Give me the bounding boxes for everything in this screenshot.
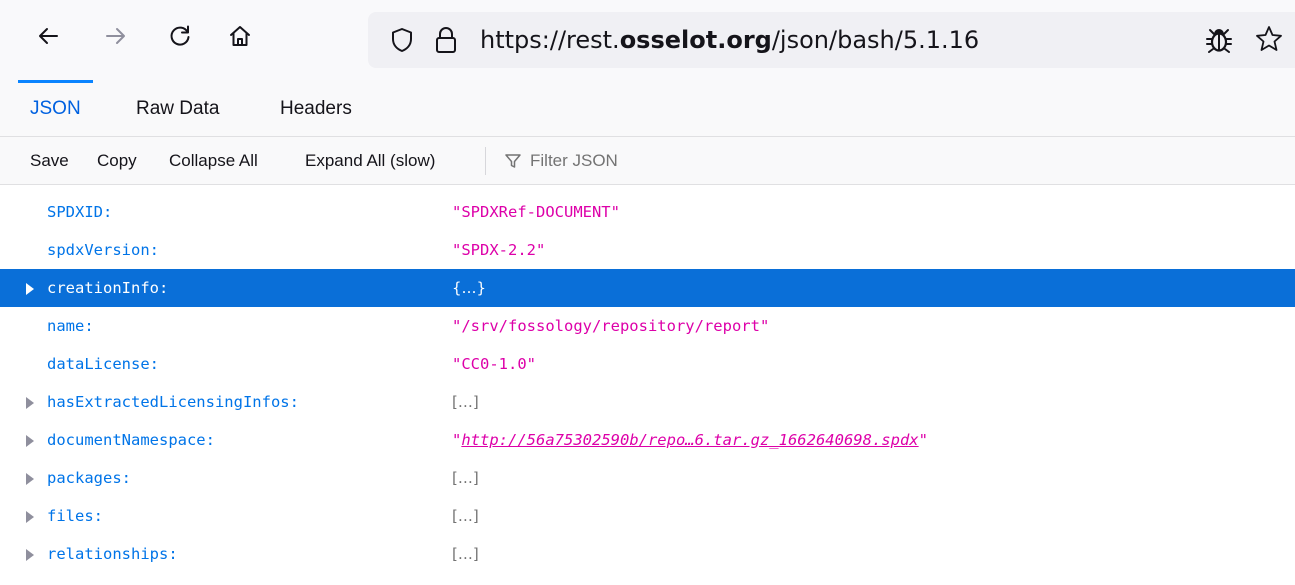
- forward-arrow-icon: [106, 28, 125, 44]
- url-prefix: https://rest.: [480, 26, 620, 54]
- json-actions-bar: Save Copy Collapse All Expand All (slow)…: [0, 137, 1295, 185]
- copy-button[interactable]: Copy: [97, 137, 137, 185]
- json-row-relationships[interactable]: relationships: […]: [0, 535, 1295, 573]
- browser-toolbar: https://rest.osselot.org/json/bash/5.1.1…: [0, 0, 1295, 80]
- filter-json-input[interactable]: Filter JSON: [530, 137, 618, 185]
- json-key: relationships:: [47, 545, 178, 563]
- json-key: documentNamespace:: [47, 431, 215, 449]
- viewer-tabs: JSON Raw Data Headers: [0, 80, 1295, 137]
- home-icon: [230, 26, 250, 46]
- lock-icon[interactable]: [432, 24, 460, 56]
- expand-arrow-icon[interactable]: [26, 397, 34, 409]
- json-key: packages:: [47, 469, 131, 487]
- expand-arrow-icon[interactable]: [26, 435, 34, 447]
- tab-json[interactable]: JSON: [18, 80, 93, 137]
- address-bar[interactable]: https://rest.osselot.org/json/bash/5.1.1…: [368, 12, 1295, 68]
- expand-arrow-icon[interactable]: [26, 473, 34, 485]
- json-value: "http://56a75302590b/repo…6.tar.gz_16626…: [452, 431, 928, 449]
- reload-button[interactable]: [160, 16, 200, 56]
- json-key: hasExtractedLicensingInfos:: [47, 393, 299, 411]
- back-arrow-icon: [39, 28, 58, 44]
- expand-all-button[interactable]: Expand All (slow): [305, 137, 435, 185]
- tab-raw-data[interactable]: Raw Data: [124, 80, 231, 137]
- expand-arrow-icon[interactable]: [26, 511, 34, 523]
- tab-headers[interactable]: Headers: [268, 80, 364, 137]
- reload-icon: [170, 25, 190, 46]
- json-value: […]: [452, 393, 479, 411]
- forward-button[interactable]: [96, 16, 136, 56]
- collapse-all-button[interactable]: Collapse All: [169, 137, 258, 185]
- shield-icon[interactable]: [388, 26, 416, 54]
- json-row-spdxversion[interactable]: spdxVersion: "SPDX-2.2": [0, 231, 1295, 269]
- json-value: "SPDXRef-DOCUMENT": [452, 203, 620, 221]
- toolbar-divider: [485, 147, 486, 175]
- filter-icon: [505, 154, 521, 168]
- json-value: "/srv/fossology/repository/report": [452, 317, 770, 335]
- json-value: […]: [452, 545, 479, 563]
- home-button[interactable]: [220, 16, 260, 56]
- json-key: dataLicense:: [47, 355, 159, 373]
- bug-icon[interactable]: [1204, 25, 1234, 55]
- json-key: creationInfo:: [47, 279, 169, 297]
- json-value: "SPDX-2.2": [452, 241, 546, 259]
- expand-arrow-icon[interactable]: [26, 283, 34, 295]
- json-value: {…}: [452, 279, 487, 297]
- json-key: SPDXID:: [47, 203, 113, 221]
- star-icon[interactable]: [1254, 24, 1284, 54]
- json-row-spdxid[interactable]: SPDXID: "SPDXRef-DOCUMENT": [0, 193, 1295, 231]
- json-row-documentnamespace[interactable]: documentNamespace: "http://56a75302590b/…: [0, 421, 1295, 459]
- url-text[interactable]: https://rest.osselot.org/json/bash/5.1.1…: [480, 24, 979, 56]
- json-key: spdxVersion:: [47, 241, 159, 259]
- json-key: name:: [47, 317, 94, 335]
- back-button[interactable]: [28, 16, 68, 56]
- json-value: "CC0-1.0": [452, 355, 536, 373]
- namespace-link[interactable]: http://56a75302590b/repo…6.tar.gz_166264…: [461, 431, 918, 449]
- json-key: files:: [47, 507, 103, 525]
- expand-arrow-icon[interactable]: [26, 549, 34, 561]
- url-host: osselot.org: [619, 26, 772, 54]
- json-row-files[interactable]: files: […]: [0, 497, 1295, 535]
- json-value: […]: [452, 507, 479, 525]
- json-row-datalicense[interactable]: dataLicense: "CC0-1.0": [0, 345, 1295, 383]
- url-path: /json/bash/5.1.16: [771, 26, 980, 54]
- json-row-name[interactable]: name: "/srv/fossology/repository/report": [0, 307, 1295, 345]
- json-row-hasextractedlicensinginfos[interactable]: hasExtractedLicensingInfos: […]: [0, 383, 1295, 421]
- json-row-creationinfo[interactable]: creationInfo: {…}: [0, 269, 1295, 307]
- save-button[interactable]: Save: [30, 137, 69, 185]
- json-row-packages[interactable]: packages: […]: [0, 459, 1295, 497]
- json-value: […]: [452, 469, 479, 487]
